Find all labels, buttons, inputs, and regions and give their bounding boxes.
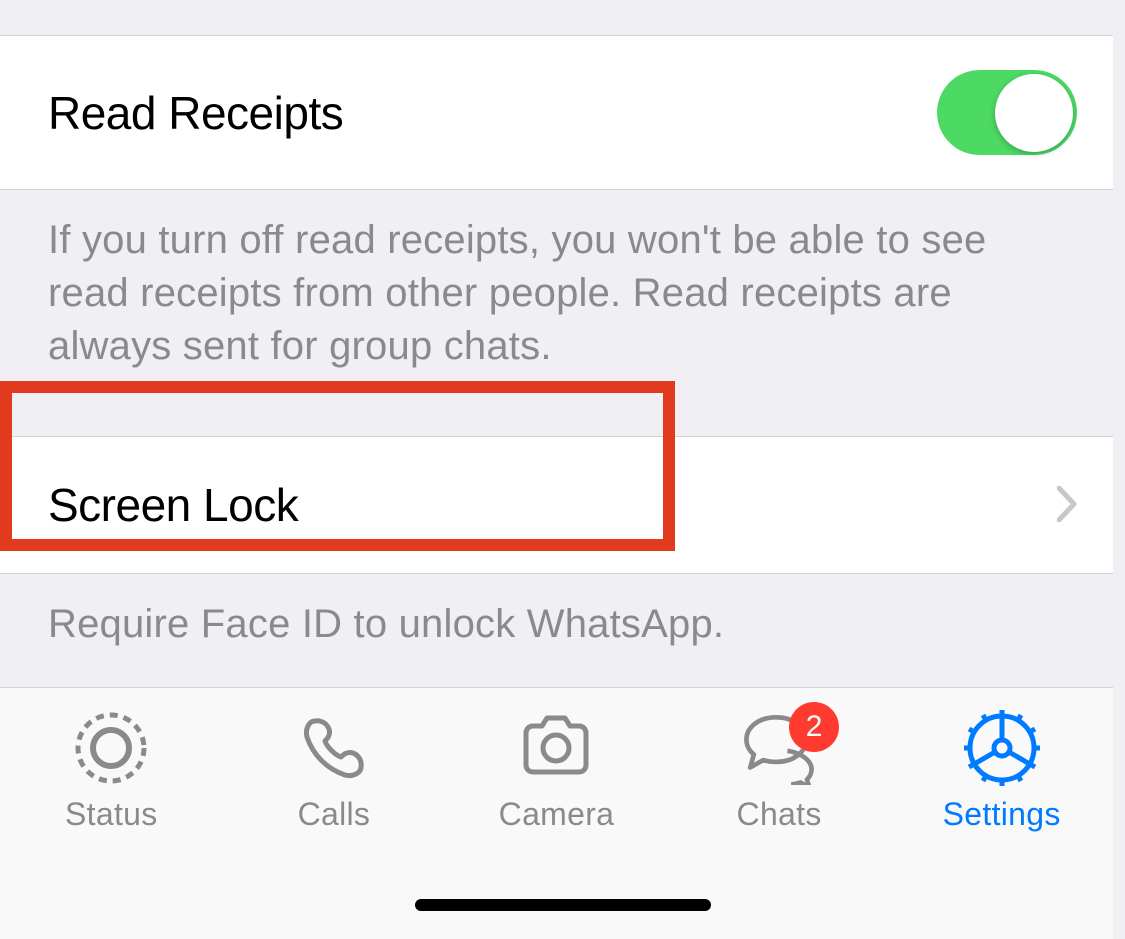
home-indicator[interactable] bbox=[415, 899, 711, 911]
tab-camera[interactable]: Camera bbox=[456, 708, 656, 833]
screen-lock-row[interactable]: Screen Lock bbox=[0, 436, 1125, 574]
chevron-right-icon bbox=[1057, 475, 1077, 535]
screen-lock-label: Screen Lock bbox=[48, 478, 298, 532]
tab-status-label: Status bbox=[65, 796, 158, 833]
tab-chats[interactable]: 2 Chats bbox=[679, 708, 879, 833]
tab-status[interactable]: Status bbox=[11, 708, 211, 833]
status-icon bbox=[71, 708, 151, 788]
tab-calls-label: Calls bbox=[298, 796, 371, 833]
phone-icon bbox=[294, 708, 374, 788]
tab-settings[interactable]: Settings bbox=[902, 708, 1102, 833]
read-receipts-row: Read Receipts bbox=[0, 36, 1125, 190]
screen-lock-description: Require Face ID to unlock WhatsApp. bbox=[0, 574, 1125, 693]
read-receipts-toggle[interactable] bbox=[937, 70, 1077, 155]
scrollbar[interactable] bbox=[1113, 0, 1125, 687]
camera-icon bbox=[516, 708, 596, 788]
tab-calls[interactable]: Calls bbox=[234, 708, 434, 833]
top-spacer bbox=[0, 0, 1125, 36]
toggle-knob bbox=[995, 74, 1073, 152]
gear-icon bbox=[962, 708, 1042, 788]
tab-chats-label: Chats bbox=[737, 796, 822, 833]
read-receipts-description: If you turn off read receipts, you won't… bbox=[0, 190, 1125, 414]
tab-camera-label: Camera bbox=[499, 796, 615, 833]
chats-badge: 2 bbox=[789, 702, 839, 752]
read-receipts-label: Read Receipts bbox=[48, 86, 343, 140]
tab-settings-label: Settings bbox=[943, 796, 1061, 833]
